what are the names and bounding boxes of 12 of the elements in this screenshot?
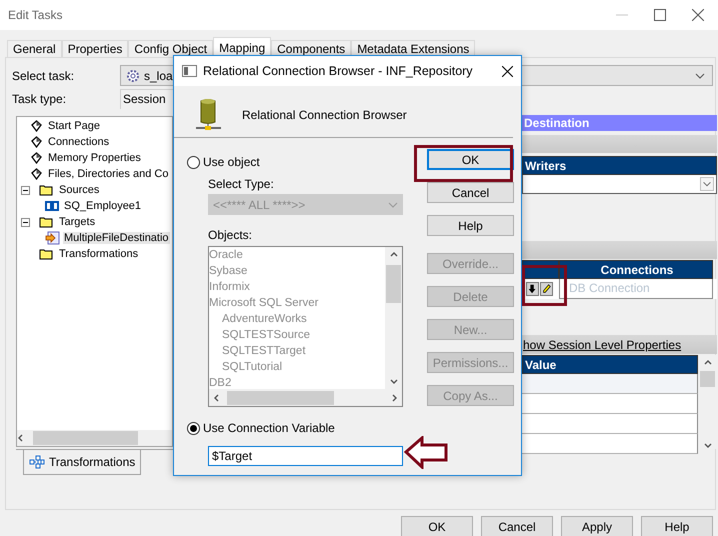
table-cell: DB Connection xyxy=(559,279,713,299)
column-header: Connections xyxy=(559,260,713,279)
field-label: Objects: xyxy=(207,228,254,242)
field-label: Select task: xyxy=(12,68,76,82)
field-label: Select Type: xyxy=(207,177,275,191)
dialog-heading: Relational Connection Browser xyxy=(242,108,407,122)
section-header: Destination xyxy=(522,115,717,131)
dialog-title: Relational Connection Browser - INF_Repository xyxy=(203,64,474,78)
column-header: Writers xyxy=(522,156,717,175)
field-label: Task type: xyxy=(12,92,68,106)
window-title: Edit Tasks xyxy=(8,8,64,22)
column-header: Value xyxy=(522,355,698,374)
